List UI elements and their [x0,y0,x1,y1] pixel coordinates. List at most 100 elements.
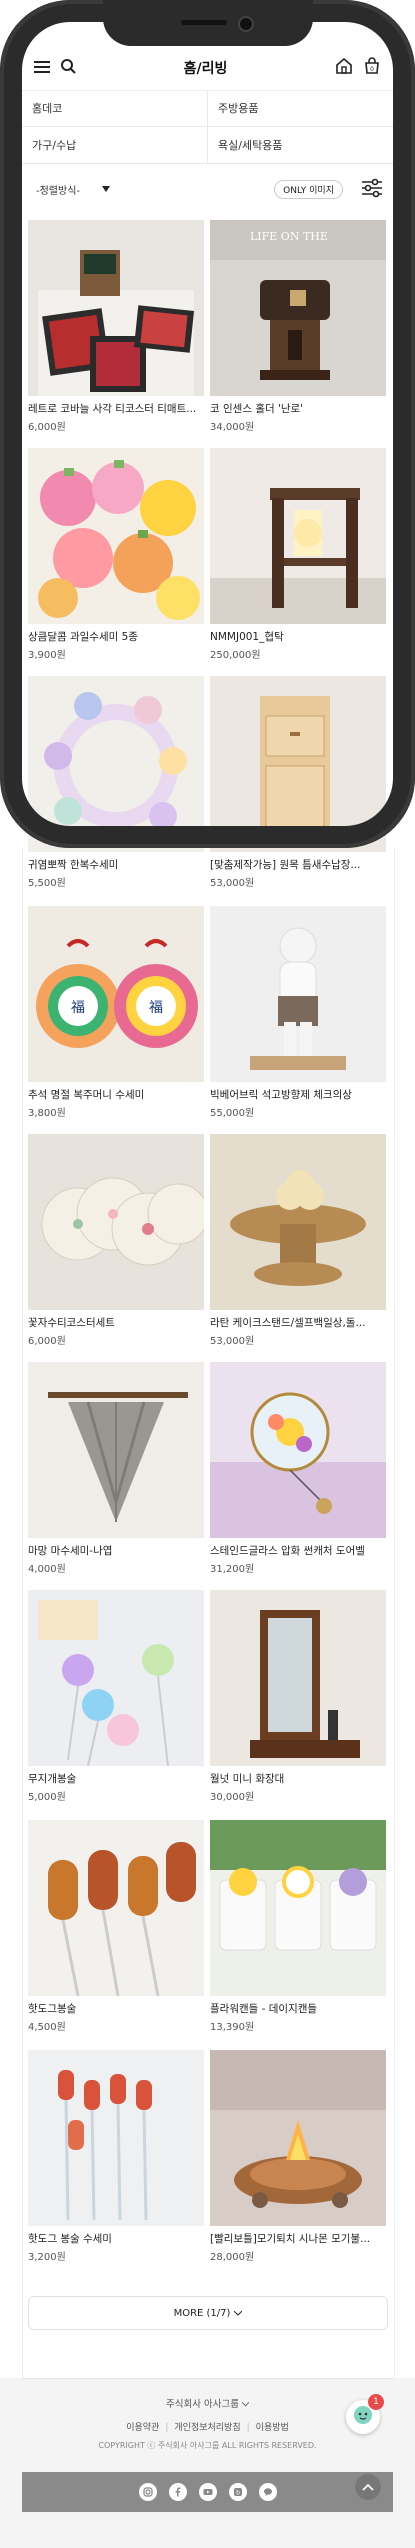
product-image[interactable]: LIFE ON THE [210,220,386,396]
product-price: 31,200원 [210,1564,255,1575]
menu-icon[interactable] [34,59,50,78]
chat-button[interactable]: 1 [346,2394,384,2434]
svg-text:0: 0 [370,66,374,73]
blog-icon[interactable]: b [228,2483,247,2501]
app-header: 홈/리빙 0 [22,46,393,91]
home-icon[interactable] [335,57,353,79]
sort-bar: -정렬방식- ONLY 이미지 [22,166,393,212]
product-price: 5,000원 [28,1792,66,1803]
product-name[interactable]: 코 인센스 홀더 '난로' [210,401,386,416]
product-image[interactable] [210,906,386,1082]
product-image[interactable] [28,1820,204,1996]
facebook-icon[interactable] [168,2483,187,2501]
svg-text:福: 福 [149,1000,163,1016]
product-image[interactable] [28,1134,204,1310]
product-name[interactable]: 빅베어브릭 석고방향제 체크의상 [210,1087,386,1102]
category-kitchen[interactable]: 주방용품 [207,90,393,126]
product-price: 3,900원 [28,650,66,661]
product-card[interactable]: NMMJ001_협탁 250,000원 [210,448,386,661]
category-furniture[interactable]: 가구/수납 [22,127,207,163]
product-name[interactable]: 라탄 케이크스탠드/셀프백일상,돌... [210,1315,386,1330]
cart-icon[interactable]: 0 [363,57,381,79]
product-image[interactable] [210,448,386,624]
product-name[interactable]: 무지개봉술 [28,1771,204,1786]
product-card[interactable]: 레트로 코바늘 사각 티코스터 티매트... 6,000원 [28,220,204,433]
page-title: 홈/리빙 [183,61,228,77]
product-image[interactable] [210,1590,386,1766]
chat-badge: 1 [368,2394,384,2410]
product-price: 34,000원 [210,422,255,433]
search-icon[interactable] [60,58,76,78]
product-name[interactable]: 핫도그 봉술 수세미 [28,2231,204,2246]
product-card[interactable]: 월넛 미니 화장대 30,000원 [210,1590,386,1803]
arrow-up-icon[interactable] [355,2474,381,2500]
product-card[interactable]: 라탄 케이크스탠드/셀프백일상,돌... 53,000원 [210,1134,386,1347]
social-bar: b [22,2472,393,2512]
product-name[interactable]: 레트로 코바늘 사각 티코스터 티매트... [28,401,204,416]
chevron-down-icon [102,184,111,195]
kakao-icon[interactable] [258,2483,277,2501]
category-home-deco[interactable]: 홈데코 [22,90,207,126]
product-card[interactable]: 마망 마수세미-나엽 4,000원 [28,1362,204,1575]
product-image[interactable] [28,1590,204,1766]
product-image[interactable] [210,676,386,852]
footer-company-label: 주식회사 아사그룹 [166,2399,239,2410]
product-name[interactable]: 꽃자수티코스터세트 [28,1315,204,1330]
more-button[interactable]: MORE (1/7) [28,2296,388,2330]
product-image[interactable]: 福福 [28,906,204,1082]
product-price: 53,000원 [210,878,255,889]
product-card[interactable]: [빨리보틀]모기퇴치 시나몬 모기불... 28,000원 [210,2050,386,2263]
product-price: 4,000원 [28,1564,66,1575]
product-image[interactable] [28,2050,204,2226]
category-row: 홈데코 주방용품 [22,90,393,127]
filter-icon[interactable] [361,178,383,202]
product-name[interactable]: 플라워캔들 - 데이지캔들 [210,2001,386,2016]
product-name[interactable]: 귀염뽀짝 한복수세미 [28,857,204,872]
product-name[interactable]: 추석 명절 복주머니 수세미 [28,1087,204,1102]
product-image[interactable] [28,1362,204,1538]
product-name[interactable]: [맞춤제작가능] 원목 틈새수납장... [210,857,386,872]
only-image-toggle[interactable]: ONLY 이미지 [274,180,343,199]
youtube-icon[interactable] [198,2483,217,2501]
product-name[interactable]: 스테인드글라스 압화 썬캐처 도어벨 [210,1543,386,1558]
product-card[interactable]: 핫도그 봉술 수세미 3,200원 [28,2050,204,2263]
product-price: 5,500원 [28,878,66,889]
product-name[interactable]: NMMJ001_협탁 [210,629,386,644]
product-card[interactable]: 무지개봉술 5,000원 [28,1590,204,1803]
product-card[interactable]: 스테인드글라스 압화 썬캐처 도어벨 31,200원 [210,1362,386,1575]
product-image[interactable] [210,1134,386,1310]
guide-link[interactable]: 이용방법 [256,2423,289,2433]
product-image[interactable] [210,1820,386,1996]
product-card[interactable]: LIFE ON THE 코 인센스 홀더 '난로' 34,000원 [210,220,386,433]
product-image[interactable] [28,676,204,852]
category-bath[interactable]: 욕실/세탁용품 [207,127,393,163]
instagram-icon[interactable] [138,2483,157,2501]
product-image[interactable] [210,1362,386,1538]
product-card[interactable]: 福福 추석 명절 복주머니 수세미 3,800원 [28,906,204,1119]
product-price: 3,200원 [28,2252,66,2263]
product-card[interactable]: 핫도그봉술 4,500원 [28,1820,204,2033]
product-card[interactable]: [맞춤제작가능] 원목 틈새수납장... 53,000원 [210,676,386,889]
category-row: 가구/수납 욕실/세탁용품 [22,127,393,164]
product-card[interactable]: 상큼달콤 과일수세미 5종 3,900원 [28,448,204,661]
product-name[interactable]: 마망 마수세미-나엽 [28,1543,204,1558]
product-name[interactable]: [빨리보틀]모기퇴치 시나몬 모기불... [210,2231,386,2246]
product-price: 30,000원 [210,1792,255,1803]
sort-select[interactable]: -정렬방식- [36,182,111,197]
product-card[interactable]: 귀염뽀짝 한복수세미 5,500원 [28,676,204,889]
product-name[interactable]: 상큼달콤 과일수세미 5종 [28,629,204,644]
product-image[interactable] [210,2050,386,2226]
product-card[interactable]: 꽃자수티코스터세트 6,000원 [28,1134,204,1347]
terms-link[interactable]: 이용약관 [126,2423,159,2433]
product-price: 53,000원 [210,1336,255,1347]
privacy-link[interactable]: 개인정보처리방침 [174,2423,240,2433]
product-image[interactable] [28,220,204,396]
svg-text:LIFE ON THE: LIFE ON THE [250,230,328,243]
product-name[interactable]: 월넛 미니 화장대 [210,1771,386,1786]
product-price: 3,800원 [28,1108,66,1119]
phone-notch [103,0,313,46]
product-card[interactable]: 플라워캔들 - 데이지캔들 13,390원 [210,1820,386,2033]
product-name[interactable]: 핫도그봉술 [28,2001,204,2016]
product-card[interactable]: 빅베어브릭 석고방향제 체크의상 55,000원 [210,906,386,1119]
product-image[interactable] [28,448,204,624]
